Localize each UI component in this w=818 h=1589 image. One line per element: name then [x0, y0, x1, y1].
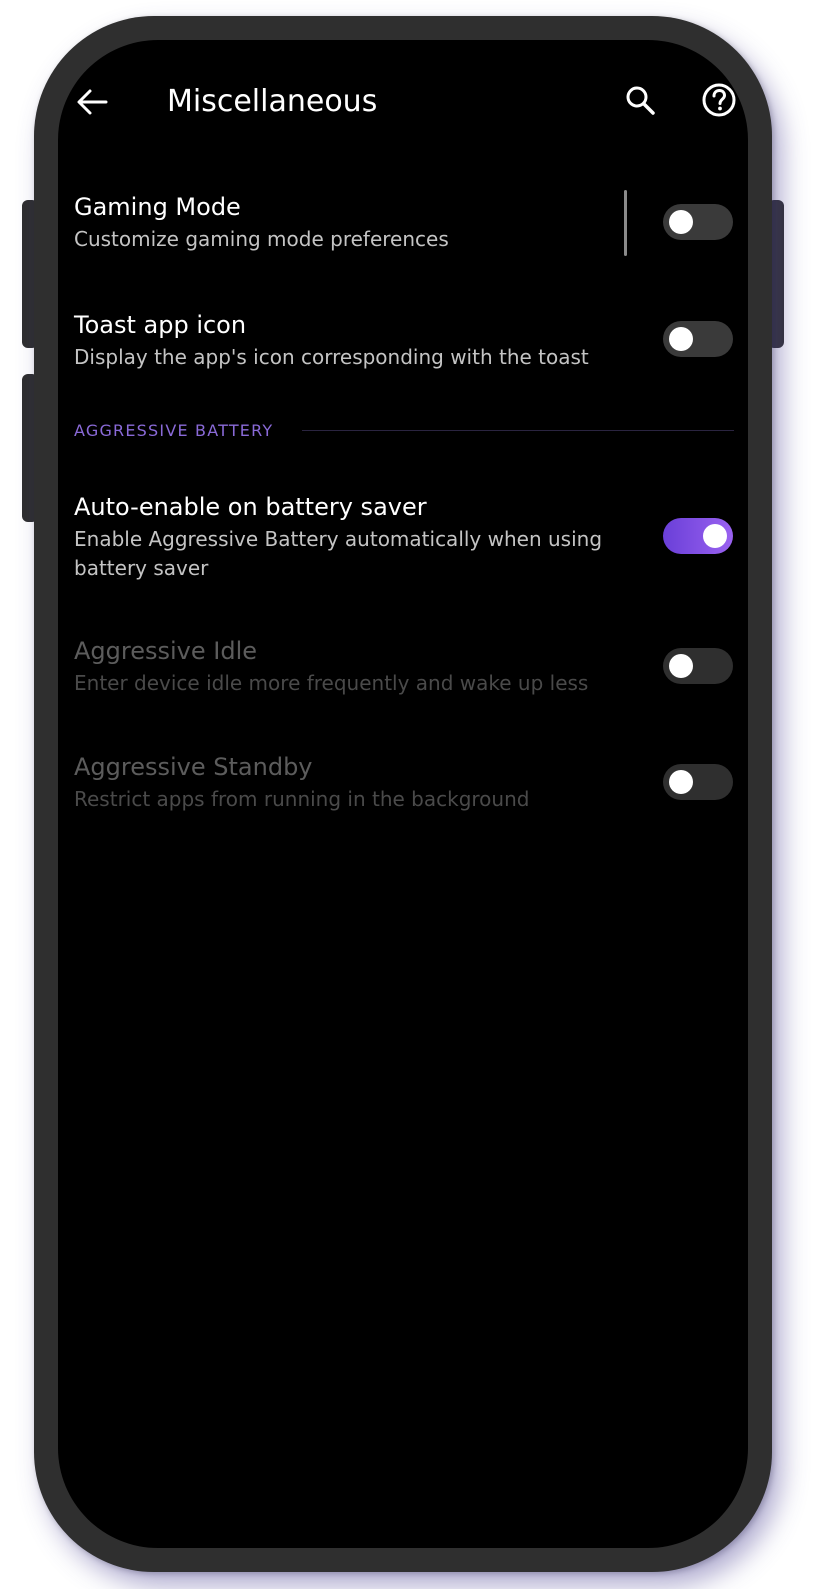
search-button[interactable] — [620, 80, 660, 120]
phone-frame: Miscellaneous Gaming Mode Customize gami… — [34, 16, 772, 1572]
switch-thumb — [669, 654, 693, 678]
search-icon — [626, 86, 655, 115]
switch-thumb — [669, 770, 693, 794]
auto-enable-switch[interactable] — [663, 518, 733, 554]
app-bar: Miscellaneous — [58, 40, 748, 160]
section-divider — [302, 430, 734, 431]
pref-summary: Enable Aggressive Battery automatically … — [74, 527, 603, 580]
arrow-back-icon — [77, 89, 108, 115]
section-header-aggressive-battery: AGGRESSIVE BATTERY — [74, 421, 274, 440]
aggressive-standby-switch[interactable] — [663, 764, 733, 800]
gaming-mode-switch[interactable] — [663, 204, 733, 240]
device-mockup: Miscellaneous Gaming Mode Customize gami… — [0, 0, 818, 1589]
back-button[interactable] — [72, 82, 112, 122]
switch-thumb — [669, 327, 693, 351]
pref-aggressive-standby[interactable]: Aggressive Standby Restrict apps from ru… — [58, 732, 748, 832]
pref-title: Toast app icon — [74, 311, 247, 339]
aggressive-idle-switch[interactable] — [663, 648, 733, 684]
pref-title: Gaming Mode — [74, 193, 241, 221]
switch-thumb — [669, 210, 693, 234]
pref-title: Aggressive Idle — [74, 637, 258, 665]
pref-title: Auto-enable on battery saver — [74, 493, 427, 521]
pref-toast-app-icon[interactable]: Toast app icon Display the app's icon co… — [58, 286, 748, 386]
pref-summary: Enter device idle more frequently and wa… — [74, 671, 589, 695]
help-circle-icon — [702, 83, 736, 117]
pref-summary: Customize gaming mode preferences — [74, 227, 449, 251]
pref-summary: Display the app's icon corresponding wit… — [74, 345, 589, 369]
help-button[interactable] — [699, 80, 739, 120]
page-title: Miscellaneous — [167, 84, 378, 119]
settings-screen: Miscellaneous Gaming Mode Customize gami… — [58, 40, 748, 1548]
pref-gaming-mode[interactable]: Gaming Mode Customize gaming mode prefer… — [58, 170, 748, 270]
pref-summary: Restrict apps from running in the backgr… — [74, 787, 530, 811]
pref-title: Aggressive Standby — [74, 753, 313, 781]
pref-auto-enable-battery-saver[interactable]: Auto-enable on battery saver Enable Aggr… — [58, 470, 748, 600]
toast-app-icon-switch[interactable] — [663, 321, 733, 357]
pref-divider — [624, 190, 627, 256]
pref-aggressive-idle[interactable]: Aggressive Idle Enter device idle more f… — [58, 616, 748, 716]
switch-thumb — [703, 524, 727, 548]
